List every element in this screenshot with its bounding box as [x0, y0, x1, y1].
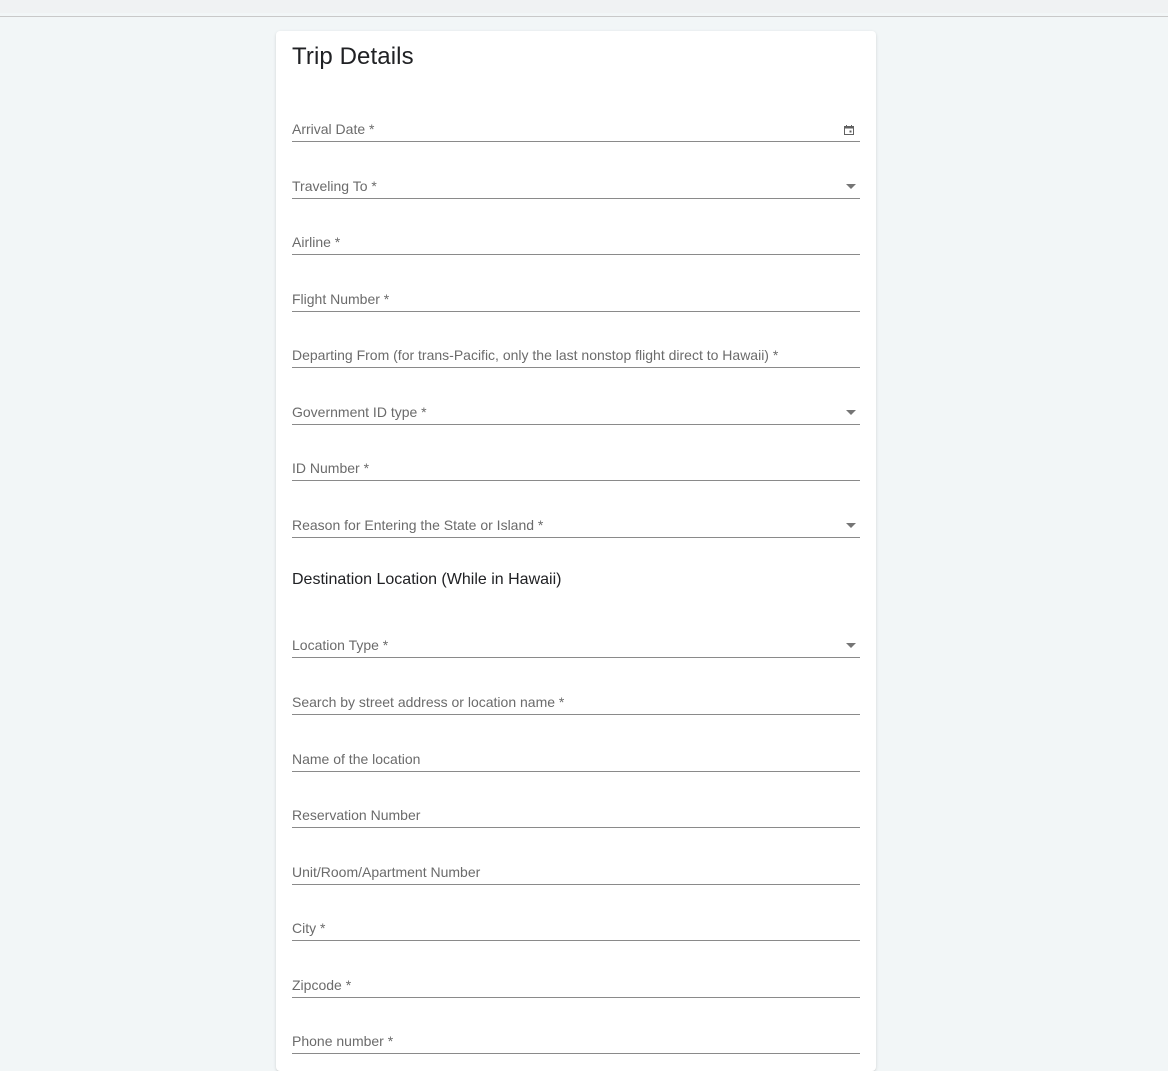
address-search-field[interactable]: Search by street address or location nam…	[292, 690, 860, 715]
flight-number-label: Flight Number *	[292, 291, 390, 307]
reason-for-entering-label: Reason for Entering the State or Island …	[292, 517, 544, 533]
top-bar	[0, 0, 1168, 13]
traveling-to-label: Traveling To *	[292, 178, 377, 194]
calendar-icon[interactable]	[844, 125, 854, 135]
unit-number-label: Unit/Room/Apartment Number	[292, 864, 481, 880]
phone-number-field[interactable]: Phone number *	[292, 1029, 860, 1054]
dropdown-arrow-icon[interactable]	[846, 643, 856, 648]
reason-for-entering-select[interactable]: Reason for Entering the State or Island …	[292, 513, 860, 538]
top-bar-divider	[0, 16, 1168, 17]
departing-from-label: Departing From (for trans-Pacific, only …	[292, 347, 779, 363]
arrival-date-field[interactable]: Arrival Date *	[292, 117, 860, 142]
dropdown-arrow-icon[interactable]	[846, 523, 856, 528]
dropdown-arrow-icon[interactable]	[846, 410, 856, 415]
page-title: Trip Details	[292, 43, 414, 70]
destination-section-title: Destination Location (While in Hawaii)	[292, 571, 562, 588]
dropdown-arrow-icon[interactable]	[846, 184, 856, 189]
trip-details-card: Trip Details Arrival Date * Traveling To…	[276, 31, 876, 1071]
city-field[interactable]: City *	[292, 916, 860, 941]
city-label: City *	[292, 920, 326, 936]
reservation-number-label: Reservation Number	[292, 807, 421, 823]
id-number-label: ID Number *	[292, 460, 370, 476]
location-name-label: Name of the location	[292, 751, 421, 767]
traveling-to-select[interactable]: Traveling To *	[292, 174, 860, 199]
airline-field[interactable]: Airline *	[292, 230, 860, 255]
unit-number-field[interactable]: Unit/Room/Apartment Number	[292, 860, 860, 885]
address-search-label: Search by street address or location nam…	[292, 694, 565, 710]
airline-label: Airline *	[292, 234, 341, 250]
zipcode-field[interactable]: Zipcode *	[292, 973, 860, 998]
id-number-field[interactable]: ID Number *	[292, 456, 860, 481]
departing-from-field[interactable]: Departing From (for trans-Pacific, only …	[292, 343, 860, 368]
government-id-type-select[interactable]: Government ID type *	[292, 400, 860, 425]
location-type-label: Location Type *	[292, 637, 389, 653]
phone-number-label: Phone number *	[292, 1033, 394, 1049]
flight-number-field[interactable]: Flight Number *	[292, 287, 860, 312]
government-id-type-label: Government ID type *	[292, 404, 427, 420]
zipcode-label: Zipcode *	[292, 977, 352, 993]
arrival-date-label: Arrival Date *	[292, 121, 375, 137]
reservation-number-field[interactable]: Reservation Number	[292, 803, 860, 828]
location-name-field[interactable]: Name of the location	[292, 747, 860, 772]
location-type-select[interactable]: Location Type *	[292, 633, 860, 658]
